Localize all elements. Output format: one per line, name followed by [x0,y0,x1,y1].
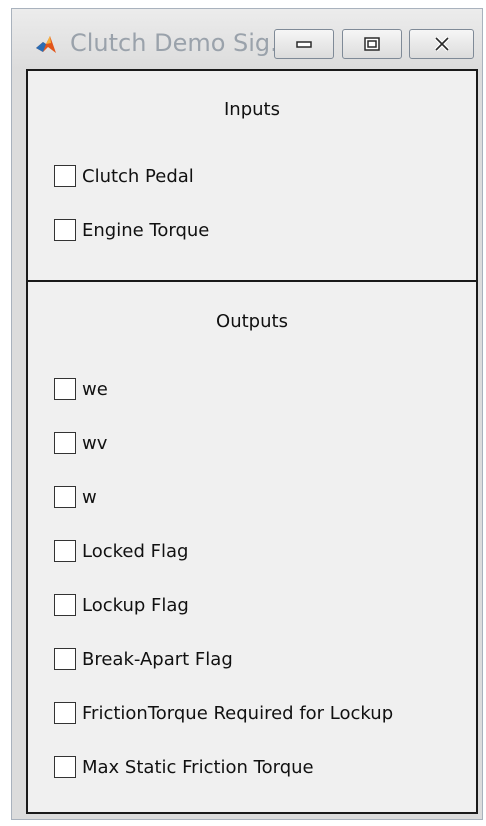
checkbox-label: FrictionTorque Required for Lockup [82,702,394,724]
signal-selector-window: Clutch Demo Sig... Inputs Clutch Pedal E… [11,8,483,820]
checkbox-box[interactable] [54,702,76,724]
checkbox-locked-flag[interactable]: Locked Flag [54,538,188,564]
checkbox-box[interactable] [54,219,76,241]
checkbox-label: w [82,486,97,508]
checkbox-clutch-pedal[interactable]: Clutch Pedal [54,163,194,189]
maximize-button[interactable] [342,29,402,59]
inputs-panel-title: Inputs [224,99,280,120]
checkbox-box[interactable] [54,648,76,670]
checkbox-label: wv [82,432,108,454]
minimize-button[interactable] [274,29,334,59]
checkbox-lockup-flag[interactable]: Lockup Flag [54,592,189,618]
checkbox-box[interactable] [54,432,76,454]
checkbox-box[interactable] [54,540,76,562]
checkbox-box[interactable] [54,486,76,508]
checkbox-we[interactable]: we [54,376,108,402]
minimize-icon [296,41,312,48]
checkbox-label: we [82,378,108,400]
checkbox-box[interactable] [54,165,76,187]
maximize-icon [364,37,380,51]
checkbox-label: Lockup Flag [82,594,189,616]
checkbox-label: Max Static Friction Torque [82,756,314,778]
checkbox-box[interactable] [54,756,76,778]
checkbox-break-apart-flag[interactable]: Break-Apart Flag [54,646,233,672]
outputs-panel-title: Outputs [216,311,288,332]
checkbox-box[interactable] [54,594,76,616]
checkbox-friction-torque-required[interactable]: FrictionTorque Required for Lockup [54,700,393,726]
checkbox-engine-torque[interactable]: Engine Torque [54,217,209,243]
matlab-icon [36,36,56,53]
window-title: Clutch Demo Sig... [70,29,294,57]
checkbox-box[interactable] [54,378,76,400]
checkbox-max-static-friction-torque[interactable]: Max Static Friction Torque [54,754,314,780]
checkbox-w[interactable]: w [54,484,97,510]
outputs-panel: Outputs we wv w Locked Flag Lockup Flag … [26,280,478,814]
checkbox-label: Break-Apart Flag [82,648,233,670]
close-icon [434,37,449,51]
close-button[interactable] [409,29,474,59]
checkbox-wv[interactable]: wv [54,430,107,456]
checkbox-label: Engine Torque [82,219,210,241]
checkbox-label: Clutch Pedal [82,165,194,187]
title-bar[interactable]: Clutch Demo Sig... [12,9,482,69]
checkbox-label: Locked Flag [82,540,189,562]
inputs-panel: Inputs Clutch Pedal Engine Torque [26,69,478,284]
